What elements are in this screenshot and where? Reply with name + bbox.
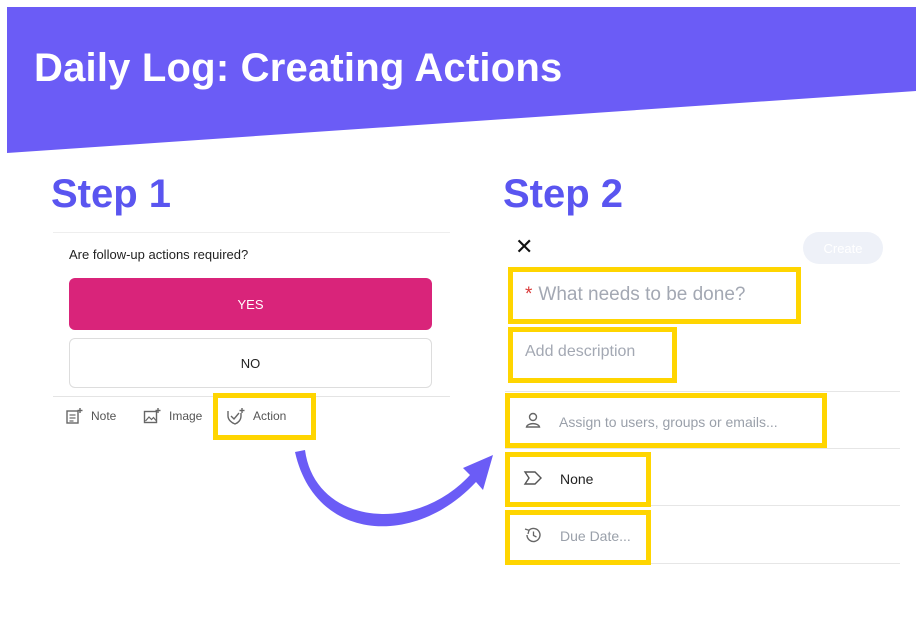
no-button[interactable]: NO: [69, 338, 432, 388]
note-tool-label: Note: [91, 409, 117, 423]
title-field-highlight: [508, 267, 801, 324]
label-field-highlight: [505, 452, 651, 507]
card-top-divider: [53, 232, 450, 233]
page-title: Daily Log: Creating Actions: [34, 46, 563, 90]
curved-arrow: [295, 450, 493, 527]
note-tool[interactable]: Note: [65, 407, 116, 425]
due-date-field-highlight: [505, 510, 651, 565]
divider-2: [505, 448, 900, 449]
step-2-heading: Step 2: [503, 172, 624, 216]
image-tool-label: Image: [169, 409, 203, 423]
divider-1: [505, 391, 900, 392]
image-tool[interactable]: Image: [143, 407, 202, 425]
close-icon[interactable]: ✕: [515, 234, 533, 260]
yes-button[interactable]: YES: [69, 278, 432, 330]
description-field-highlight: [508, 327, 677, 383]
create-button[interactable]: Create: [803, 232, 883, 264]
follow-up-question: Are follow-up actions required?: [69, 247, 249, 262]
step-1-heading: Step 1: [51, 172, 172, 216]
slide: Daily Log: Creating Actions Step 1 Step …: [0, 0, 923, 637]
note-add-icon: [66, 408, 83, 424]
image-add-icon: [143, 408, 161, 424]
assign-field-highlight: [505, 393, 827, 448]
